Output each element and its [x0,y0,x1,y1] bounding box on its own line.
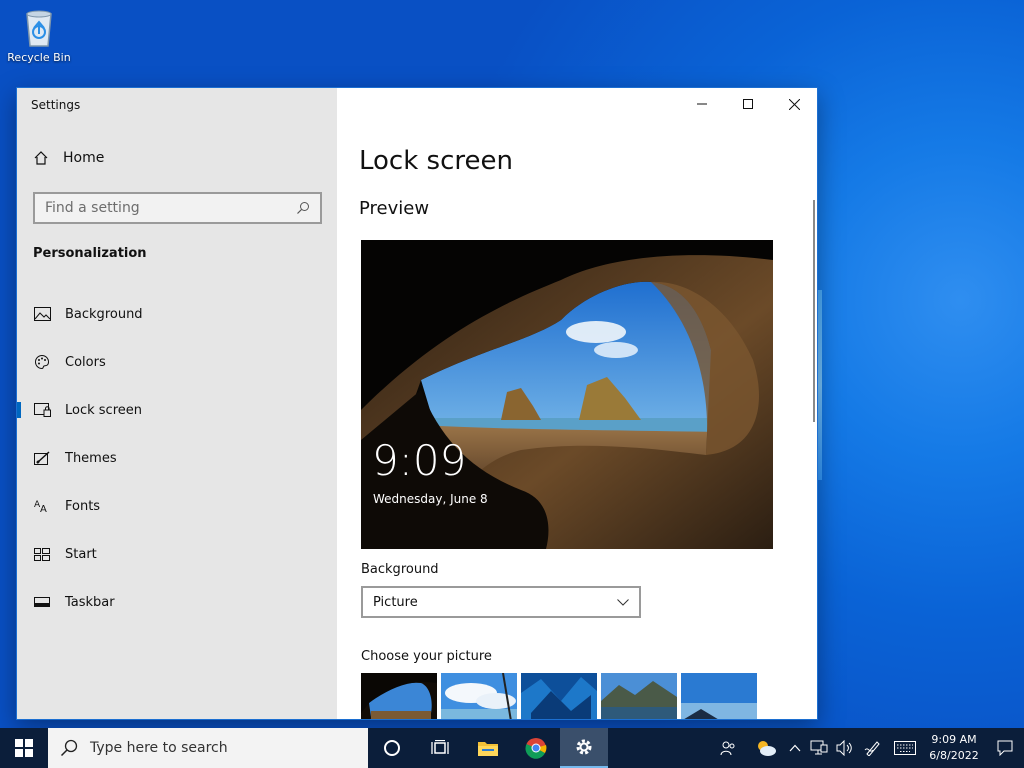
personalization-nav: Background Colors Lock screen Themes A A… [17,290,337,626]
task-view-icon [431,740,449,754]
volume-icon [836,740,852,756]
chrome-button[interactable] [512,728,560,768]
show-hidden-icons-button[interactable] [784,728,806,768]
taskbar-clock[interactable]: 9:09 AM 6/8/2022 [922,732,986,764]
palette-icon [33,353,51,371]
recycle-bin-desktop-icon[interactable]: Recycle Bin [6,6,72,64]
sidebar-item-colors[interactable]: Colors [17,338,337,386]
search-icon [60,739,78,757]
background-label: Background [361,562,439,577]
settings-icon [576,739,592,755]
recycle-bin-label: Recycle Bin [7,51,71,64]
network-icon [810,740,828,755]
settings-sidebar: Settings Home Find a setting Personaliza… [17,88,337,719]
start-button[interactable] [0,728,48,768]
system-tray: 9:09 AM 6/8/2022 [708,728,1024,768]
picture-thumbnail[interactable] [361,673,437,719]
settings-taskbar-button[interactable] [560,728,608,768]
chevron-up-icon [789,744,801,752]
keyboard-icon [894,741,916,755]
close-button[interactable] [771,88,817,120]
sidebar-item-label: Themes [65,450,117,466]
search-icon [297,202,309,214]
close-icon [788,98,800,110]
weather-icon [758,741,776,756]
clock-time: 9:09 AM [931,733,977,746]
image-icon [33,305,51,323]
pen-workspace-button[interactable] [858,728,888,768]
file-explorer-button[interactable] [464,728,512,768]
preview-time: 9:09 [372,436,467,485]
people-icon [720,741,735,756]
sidebar-item-taskbar[interactable]: Taskbar [17,578,337,626]
settings-content: Lock screen Preview 9:09 Wednesday, June… [337,88,817,719]
svg-text:A: A [40,504,47,513]
lock-screen-icon [33,401,51,419]
action-center-button[interactable] [986,728,1024,768]
sidebar-item-label: Background [65,306,143,322]
home-label: Home [63,150,105,166]
clock-date: 6/8/2022 [929,749,979,762]
settings-window: Settings Home Find a setting Personaliza… [16,87,818,720]
sidebar-item-label: Colors [65,354,106,370]
people-button[interactable] [708,728,748,768]
background-select-value: Picture [373,594,418,610]
search-placeholder: Find a setting [45,200,140,216]
start-grid-icon [33,545,51,563]
picture-thumbnails [361,673,757,719]
choose-picture-label: Choose your picture [361,649,492,664]
touch-keyboard-button[interactable] [888,728,922,768]
recycle-bin-icon [26,10,52,47]
personalization-heading: Personalization [33,246,147,261]
notification-icon [997,740,1013,756]
volume-button[interactable] [832,728,858,768]
page-title: Lock screen [359,146,513,176]
picture-thumbnail[interactable] [441,673,517,719]
background-select[interactable]: Picture [361,586,641,618]
weather-button[interactable] [748,728,784,768]
sidebar-item-themes[interactable]: Themes [17,434,337,482]
minimize-button[interactable] [679,88,725,120]
sidebar-item-lock-screen[interactable]: Lock screen [17,386,337,434]
content-scrollbar[interactable] [813,200,815,422]
task-view-button[interactable] [416,728,464,768]
home-link[interactable]: Home [33,150,104,166]
preview-heading: Preview [359,198,430,219]
sidebar-item-background[interactable]: Background [17,290,337,338]
taskbar-icon [33,593,51,611]
home-icon [34,151,48,165]
sidebar-item-label: Start [65,546,97,562]
sidebar-item-start[interactable]: Start [17,530,337,578]
picture-thumbnail[interactable] [521,673,597,719]
preview-date: Wednesday, June 8 [373,492,488,506]
maximize-icon [743,99,753,109]
sidebar-item-label: Lock screen [65,402,142,418]
file-explorer-icon [478,742,498,756]
window-title: Settings [31,98,81,112]
chrome-icon [525,738,547,759]
picture-thumbnail[interactable] [681,673,757,719]
lock-screen-preview: 9:09 Wednesday, June 8 [361,240,773,549]
picture-thumbnail[interactable] [601,673,677,719]
sidebar-item-label: Fonts [65,498,101,514]
sidebar-item-label: Taskbar [65,594,115,610]
sidebar-item-fonts[interactable]: AA Fonts [17,482,337,530]
windows-logo-icon [15,739,33,757]
desktop-light-streak [818,290,822,480]
minimize-icon [697,103,707,105]
brush-icon [33,449,51,467]
find-setting-search-input[interactable]: Find a setting [33,192,322,224]
taskbar: Type here to search 9:09 AM 6/8/2022 [0,728,1024,768]
network-button[interactable] [806,728,832,768]
window-caption-buttons [679,88,817,120]
cortana-button[interactable] [368,728,416,768]
taskbar-search-box[interactable]: Type here to search [48,728,368,768]
chevron-down-icon [617,598,629,606]
cortana-icon [384,740,400,756]
font-icon: AA [33,497,51,515]
taskbar-search-placeholder: Type here to search [90,740,228,756]
pen-icon [864,741,880,756]
maximize-button[interactable] [725,88,771,120]
